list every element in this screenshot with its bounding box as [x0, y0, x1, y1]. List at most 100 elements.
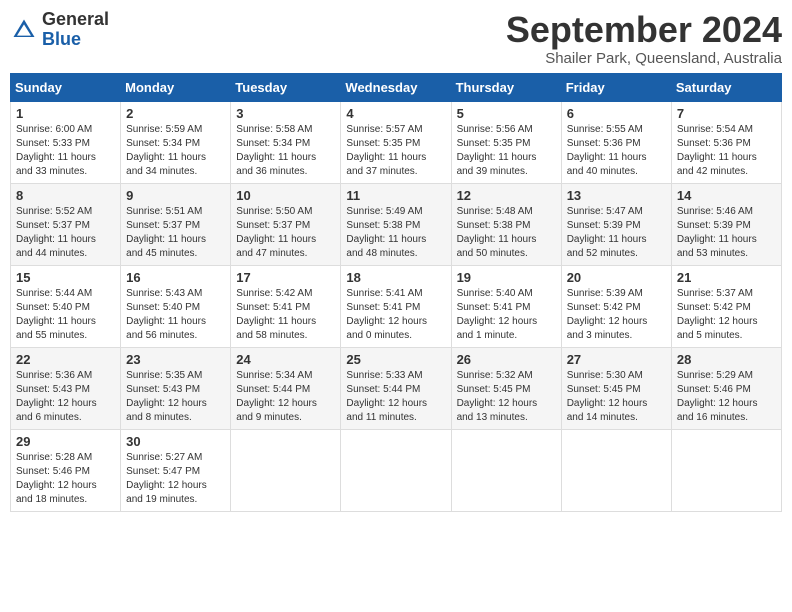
- day-info: Sunrise: 5:29 AMSunset: 5:46 PMDaylight:…: [677, 369, 776, 425]
- calendar-cell: 29Sunrise: 5:28 AMSunset: 5:46 PMDayligh…: [11, 429, 121, 511]
- day-info: Sunrise: 5:58 AMSunset: 5:34 PMDaylight:…: [236, 123, 335, 179]
- weekday-header-row: Sunday Monday Tuesday Wednesday Thursday…: [11, 73, 782, 101]
- day-info: Sunrise: 5:28 AMSunset: 5:46 PMDaylight:…: [16, 451, 115, 507]
- day-info: Sunrise: 5:52 AMSunset: 5:37 PMDaylight:…: [16, 205, 115, 261]
- day-info: Sunrise: 5:32 AMSunset: 5:45 PMDaylight:…: [457, 369, 556, 425]
- day-number: 23: [126, 352, 225, 367]
- day-number: 2: [126, 106, 225, 121]
- calendar-cell: 2Sunrise: 5:59 AMSunset: 5:34 PMDaylight…: [121, 101, 231, 183]
- calendar-cell: 16Sunrise: 5:43 AMSunset: 5:40 PMDayligh…: [121, 265, 231, 347]
- week-row-3: 15 Sunrise: 5:44 AMSunset: 5:40 PMDayligh…: [11, 265, 782, 347]
- day-number: 27: [567, 352, 666, 367]
- calendar-cell: [451, 429, 561, 511]
- day-number: 14: [677, 188, 776, 203]
- day-info: Sunrise: 5:43 AMSunset: 5:40 PMDaylight:…: [126, 287, 225, 343]
- week-row-2: 8 Sunrise: 5:52 AMSunset: 5:37 PMDaylight…: [11, 183, 782, 265]
- calendar-cell: 21 Sunrise: 5:37 AMSunset: 5:42 PMDayligh…: [671, 265, 781, 347]
- day-number: 30: [126, 434, 225, 449]
- header-wednesday: Wednesday: [341, 73, 451, 101]
- calendar-cell: 3 Sunrise: 5:58 AMSunset: 5:34 PMDaylight…: [231, 101, 341, 183]
- day-info: Sunrise: 5:35 AMSunset: 5:43 PMDaylight:…: [126, 369, 225, 425]
- day-info: Sunrise: 5:37 AMSunset: 5:42 PMDaylight:…: [677, 287, 776, 343]
- day-info: Sunrise: 5:34 AMSunset: 5:44 PMDaylight:…: [236, 369, 335, 425]
- day-number: 10: [236, 188, 335, 203]
- calendar-cell: 20 Sunrise: 5:39 AMSunset: 5:42 PMDayligh…: [561, 265, 671, 347]
- day-number: 11: [346, 188, 445, 203]
- calendar-cell: [561, 429, 671, 511]
- day-info: Sunrise: 5:57 AMSunset: 5:35 PMDaylight:…: [346, 123, 445, 179]
- calendar-cell: 10 Sunrise: 5:50 AMSunset: 5:37 PMDayligh…: [231, 183, 341, 265]
- calendar-cell: 25 Sunrise: 5:33 AMSunset: 5:44 PMDayligh…: [341, 347, 451, 429]
- calendar-cell: 19Sunrise: 5:40 AMSunset: 5:41 PMDayligh…: [451, 265, 561, 347]
- day-info: Sunrise: 6:00 AMSunset: 5:33 PMDaylight:…: [16, 123, 115, 179]
- calendar-cell: 11 Sunrise: 5:49 AMSunset: 5:38 PMDayligh…: [341, 183, 451, 265]
- day-number: 12: [457, 188, 556, 203]
- day-number: 9: [126, 188, 225, 203]
- calendar-cell: 5Sunrise: 5:56 AMSunset: 5:35 PMDaylight…: [451, 101, 561, 183]
- day-info: Sunrise: 5:56 AMSunset: 5:35 PMDaylight:…: [457, 123, 556, 179]
- day-info: Sunrise: 5:40 AMSunset: 5:41 PMDaylight:…: [457, 287, 556, 343]
- calendar-cell: 24 Sunrise: 5:34 AMSunset: 5:44 PMDayligh…: [231, 347, 341, 429]
- month-title: September 2024: [506, 10, 782, 50]
- calendar-cell: 23 Sunrise: 5:35 AMSunset: 5:43 PMDayligh…: [121, 347, 231, 429]
- day-number: 15: [16, 270, 115, 285]
- week-row-1: 1 Sunrise: 6:00 AMSunset: 5:33 PMDaylight…: [11, 101, 782, 183]
- day-info: Sunrise: 5:50 AMSunset: 5:37 PMDaylight:…: [236, 205, 335, 261]
- day-info: Sunrise: 5:47 AMSunset: 5:39 PMDaylight:…: [567, 205, 666, 261]
- day-info: Sunrise: 5:44 AMSunset: 5:40 PMDaylight:…: [16, 287, 115, 343]
- calendar-cell: 4Sunrise: 5:57 AMSunset: 5:35 PMDaylight…: [341, 101, 451, 183]
- day-info: Sunrise: 5:39 AMSunset: 5:42 PMDaylight:…: [567, 287, 666, 343]
- day-number: 21: [677, 270, 776, 285]
- calendar-cell: 22 Sunrise: 5:36 AMSunset: 5:43 PMDayligh…: [11, 347, 121, 429]
- header-friday: Friday: [561, 73, 671, 101]
- day-info: Sunrise: 5:51 AMSunset: 5:37 PMDaylight:…: [126, 205, 225, 261]
- calendar-table: Sunday Monday Tuesday Wednesday Thursday…: [10, 73, 782, 512]
- day-info: Sunrise: 5:30 AMSunset: 5:45 PMDaylight:…: [567, 369, 666, 425]
- day-number: 22: [16, 352, 115, 367]
- calendar-cell: 15 Sunrise: 5:44 AMSunset: 5:40 PMDayligh…: [11, 265, 121, 347]
- day-number: 18: [346, 270, 445, 285]
- calendar-cell: 8 Sunrise: 5:52 AMSunset: 5:37 PMDaylight…: [11, 183, 121, 265]
- logo-icon: [10, 16, 38, 44]
- calendar-cell: 9 Sunrise: 5:51 AMSunset: 5:37 PMDaylight…: [121, 183, 231, 265]
- day-number: 28: [677, 352, 776, 367]
- day-info: Sunrise: 5:55 AMSunset: 5:36 PMDaylight:…: [567, 123, 666, 179]
- header-saturday: Saturday: [671, 73, 781, 101]
- day-number: 8: [16, 188, 115, 203]
- calendar-cell: 13 Sunrise: 5:47 AMSunset: 5:39 PMDayligh…: [561, 183, 671, 265]
- calendar-cell: [671, 429, 781, 511]
- day-info: Sunrise: 5:41 AMSunset: 5:41 PMDaylight:…: [346, 287, 445, 343]
- day-info: Sunrise: 5:49 AMSunset: 5:38 PMDaylight:…: [346, 205, 445, 261]
- week-row-4: 22 Sunrise: 5:36 AMSunset: 5:43 PMDayligh…: [11, 347, 782, 429]
- location-title: Shailer Park, Queensland, Australia: [506, 50, 782, 67]
- calendar-cell: 6Sunrise: 5:55 AMSunset: 5:36 PMDaylight…: [561, 101, 671, 183]
- calendar-cell: [231, 429, 341, 511]
- calendar-cell: [341, 429, 451, 511]
- day-number: 3: [236, 106, 335, 121]
- day-info: Sunrise: 5:48 AMSunset: 5:38 PMDaylight:…: [457, 205, 556, 261]
- day-info: Sunrise: 5:54 AMSunset: 5:36 PMDaylight:…: [677, 123, 776, 179]
- header-thursday: Thursday: [451, 73, 561, 101]
- day-info: Sunrise: 5:42 AMSunset: 5:41 PMDaylight:…: [236, 287, 335, 343]
- header-sunday: Sunday: [11, 73, 121, 101]
- day-info: Sunrise: 5:27 AMSunset: 5:47 PMDaylight:…: [126, 451, 225, 507]
- calendar-cell: 14 Sunrise: 5:46 AMSunset: 5:39 PMDayligh…: [671, 183, 781, 265]
- calendar-cell: 30 Sunrise: 5:27 AMSunset: 5:47 PMDayligh…: [121, 429, 231, 511]
- title-block: September 2024 Shailer Park, Queensland,…: [506, 10, 782, 67]
- calendar-cell: 7 Sunrise: 5:54 AMSunset: 5:36 PMDaylight…: [671, 101, 781, 183]
- day-info: Sunrise: 5:46 AMSunset: 5:39 PMDaylight:…: [677, 205, 776, 261]
- day-number: 20: [567, 270, 666, 285]
- calendar-cell: 28 Sunrise: 5:29 AMSunset: 5:46 PMDayligh…: [671, 347, 781, 429]
- day-info: Sunrise: 5:33 AMSunset: 5:44 PMDaylight:…: [346, 369, 445, 425]
- day-number: 1: [16, 106, 115, 121]
- day-info: Sunrise: 5:36 AMSunset: 5:43 PMDaylight:…: [16, 369, 115, 425]
- calendar-cell: 26Sunrise: 5:32 AMSunset: 5:45 PMDayligh…: [451, 347, 561, 429]
- day-number: 7: [677, 106, 776, 121]
- header-monday: Monday: [121, 73, 231, 101]
- day-number: 25: [346, 352, 445, 367]
- header-tuesday: Tuesday: [231, 73, 341, 101]
- calendar-cell: 27 Sunrise: 5:30 AMSunset: 5:45 PMDayligh…: [561, 347, 671, 429]
- day-number: 24: [236, 352, 335, 367]
- logo-text: General Blue: [42, 10, 109, 50]
- day-number: 13: [567, 188, 666, 203]
